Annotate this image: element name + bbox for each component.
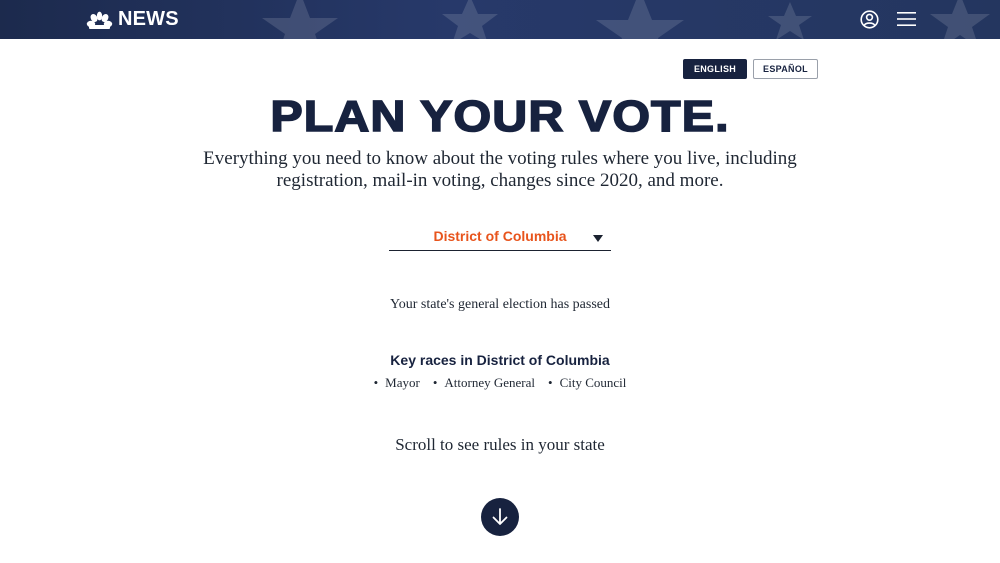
user-circle-icon: [860, 10, 879, 29]
top-navigation-bar: NEWS: [0, 0, 1000, 39]
headline-text: PLAN YOUR VOTE: [269, 92, 716, 141]
nbc-news-logo[interactable]: NEWS: [86, 9, 179, 30]
arrow-down-icon: [492, 508, 508, 525]
state-dropdown-value: District of Columbia: [433, 228, 567, 244]
headline-dot: .: [714, 92, 730, 141]
hamburger-icon: [897, 12, 916, 26]
page-title: PLAN YOUR VOTE.: [0, 92, 1000, 141]
race-item: Attorney General: [433, 375, 535, 391]
race-item: Mayor: [374, 375, 420, 391]
logo-text: NEWS: [118, 8, 179, 30]
election-status-text: Your state's general election has passed: [390, 297, 610, 312]
language-spanish-button[interactable]: ESPAÑOL: [753, 59, 818, 79]
key-races-title: Key races in District of Columbia: [390, 352, 610, 368]
key-races-list: Mayor Attorney General City Council: [0, 375, 1000, 391]
scroll-prompt: Scroll to see rules in your state: [395, 435, 605, 454]
peacock-icon: [86, 11, 113, 29]
language-english-button[interactable]: ENGLISH: [683, 59, 747, 79]
menu-button[interactable]: [897, 11, 916, 27]
page-subtitle: Everything you need to know about the vo…: [203, 148, 797, 191]
race-item: City Council: [548, 375, 627, 391]
chevron-down-icon: [593, 235, 603, 242]
scroll-down-button[interactable]: [481, 498, 519, 536]
account-button[interactable]: [860, 10, 879, 29]
state-dropdown[interactable]: District of Columbia: [389, 225, 611, 251]
